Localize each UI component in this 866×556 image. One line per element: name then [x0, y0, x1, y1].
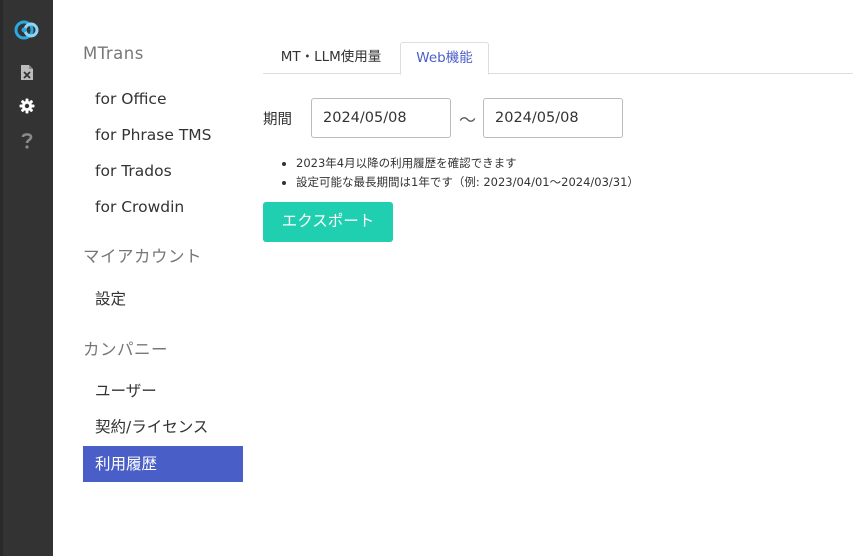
tab-mt-llm-usage[interactable]: MT・LLM使用量: [263, 42, 399, 74]
gear-icon[interactable]: [16, 95, 38, 117]
nav-item-for-office[interactable]: for Office: [83, 81, 243, 117]
rail-edge: [0, 0, 3, 556]
nav-item-for-crowdin[interactable]: for Crowdin: [83, 189, 243, 225]
period-label: 期間: [263, 112, 292, 128]
nav-item-contract-license[interactable]: 契約/ライセンス: [83, 409, 243, 445]
nav-item-for-phrase-tms[interactable]: for Phrase TMS: [83, 117, 243, 153]
date-range-separator: ～: [459, 111, 476, 131]
help-icon[interactable]: [16, 129, 38, 151]
date-from-input[interactable]: [311, 98, 451, 138]
excel-file-icon[interactable]: [16, 61, 38, 83]
notes-list: 2023年4月以降の利用履歴を確認できます 設定可能な最長期間は1年です（例: …: [296, 154, 639, 192]
section-title-company: カンパニー: [83, 340, 168, 359]
nav-item-usage-history[interactable]: 利用履歴: [83, 446, 243, 482]
note-item: 設定可能な最長期間は1年です（例: 2023/04/01～2024/03/31）: [296, 173, 639, 192]
section-title-mtrans: MTrans: [83, 44, 144, 63]
app-logo-icon: [13, 17, 41, 43]
icon-rail: [0, 0, 53, 556]
nav-item-users[interactable]: ユーザー: [83, 373, 243, 409]
tab-bar: MT・LLM使用量 Web機能: [263, 42, 853, 75]
app-root: MTrans for Office for Phrase TMS for Tra…: [0, 0, 866, 556]
note-item: 2023年4月以降の利用履歴を確認できます: [296, 154, 639, 173]
date-to-input[interactable]: [483, 98, 623, 138]
nav-item-for-trados[interactable]: for Trados: [83, 153, 243, 189]
tab-web-features[interactable]: Web機能: [400, 42, 489, 75]
export-button[interactable]: エクスポート: [263, 202, 393, 242]
nav-item-settings[interactable]: 設定: [83, 281, 243, 317]
section-title-my-account: マイアカウント: [83, 247, 202, 266]
